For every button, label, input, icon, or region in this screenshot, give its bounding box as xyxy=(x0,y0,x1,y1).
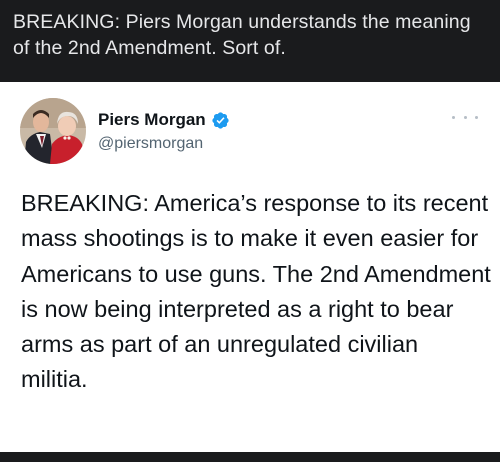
verified-badge-icon xyxy=(211,111,230,130)
tweet-text: BREAKING: America’s response to its rece… xyxy=(21,190,491,393)
page: BREAKING: Piers Morgan understands the m… xyxy=(0,0,500,462)
more-horizontal-icon xyxy=(475,115,478,119)
avatar[interactable] xyxy=(20,98,86,164)
tweet-card: Piers Morgan @piersmorgan BREAKING: Amer… xyxy=(0,82,500,452)
post-title: BREAKING: Piers Morgan understands the m… xyxy=(13,11,471,59)
avatar-photo xyxy=(20,98,86,164)
more-options-button[interactable] xyxy=(452,110,478,124)
author-name-row[interactable]: Piers Morgan xyxy=(98,109,230,131)
post-header: BREAKING: Piers Morgan understands the m… xyxy=(0,0,500,82)
more-horizontal-icon xyxy=(452,115,455,119)
bottom-strip xyxy=(0,452,500,462)
author-name[interactable]: Piers Morgan xyxy=(98,109,206,131)
more-horizontal-icon xyxy=(463,115,467,119)
author-handle[interactable]: @piersmorgan xyxy=(98,134,203,154)
